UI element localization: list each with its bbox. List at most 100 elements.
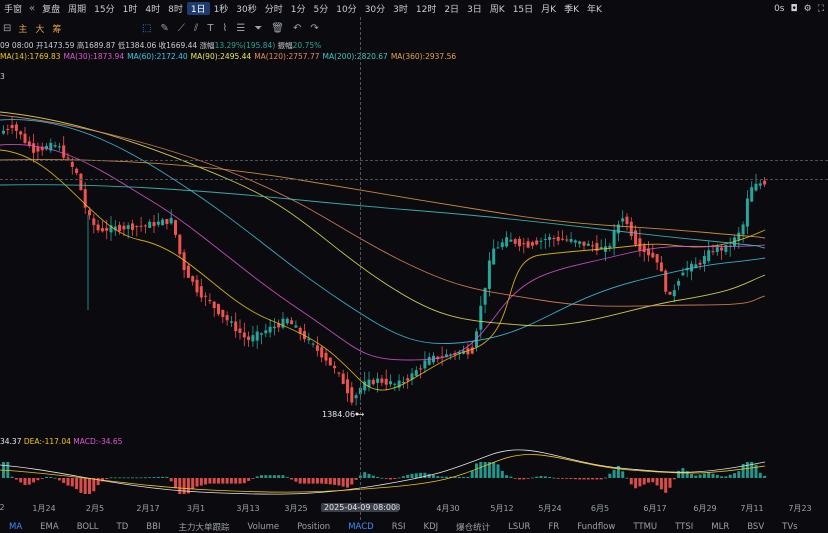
macd-bar xyxy=(565,478,569,479)
candle-body xyxy=(161,219,165,226)
indicator-tab-7[interactable]: Position xyxy=(288,522,339,532)
candle-body xyxy=(354,395,358,399)
macd-bar xyxy=(763,475,767,478)
macd-bar xyxy=(436,476,440,478)
x-tick-label: 4月30 xyxy=(436,504,460,513)
candle-body xyxy=(754,183,758,191)
macd-bar xyxy=(204,478,208,485)
macd-bar xyxy=(23,478,27,485)
candle-body xyxy=(14,124,18,131)
macd-bar xyxy=(530,477,534,479)
macd-bar xyxy=(354,478,358,480)
macd-bar xyxy=(92,478,96,492)
indicator-tab-1[interactable]: EMA xyxy=(31,522,68,532)
macd-bar xyxy=(281,475,285,478)
macd-bar xyxy=(264,475,268,478)
candle-body xyxy=(66,157,70,159)
candle-body xyxy=(500,242,504,248)
candle-body xyxy=(414,370,418,376)
macd-bar xyxy=(148,477,152,479)
x-tick-label: 2 xyxy=(0,503,5,512)
candle-body xyxy=(268,326,272,333)
x-tick-label: 7月11 xyxy=(740,504,764,513)
candle-body xyxy=(36,147,40,152)
indicator-tab-18[interactable]: BSV xyxy=(738,522,773,532)
macd-bar xyxy=(363,472,367,478)
macd-bar xyxy=(690,474,693,478)
macd-bar xyxy=(505,475,509,478)
macd-bar xyxy=(556,478,560,479)
macd-bar xyxy=(229,478,233,484)
macd-bar xyxy=(118,477,122,479)
indicator-tab-15[interactable]: TTMU xyxy=(624,522,666,532)
indicator-tab-19[interactable]: TVs xyxy=(773,522,806,532)
macd-bar xyxy=(539,476,543,478)
indicator-tab-2[interactable]: BOLL xyxy=(68,522,108,532)
candle-body xyxy=(290,320,294,325)
macd-bar xyxy=(32,478,36,483)
price-chart[interactable] xyxy=(0,0,828,533)
candle-body xyxy=(763,180,767,185)
candle-body xyxy=(62,145,66,158)
candle-body xyxy=(419,368,423,370)
macd-bar xyxy=(733,473,736,478)
indicator-tab-10[interactable]: KDJ xyxy=(415,522,448,532)
indicator-tab-13[interactable]: FR xyxy=(539,522,568,532)
candle-body xyxy=(92,218,96,225)
macd-bar xyxy=(376,476,380,478)
macd-bar xyxy=(509,476,513,478)
indicator-tab-0[interactable]: MA xyxy=(0,522,31,532)
candle-body xyxy=(2,130,5,134)
macd-bar xyxy=(582,478,586,480)
candle-body xyxy=(552,237,556,239)
macd-bar xyxy=(135,477,139,479)
macd-bar xyxy=(496,464,500,478)
dif-value: 34.37 xyxy=(0,437,22,446)
macd-bar xyxy=(70,478,74,487)
indicator-tab-11[interactable]: 爆仓统计 xyxy=(447,521,499,533)
macd-bar xyxy=(475,463,478,478)
indicator-tab-9[interactable]: RSI xyxy=(383,522,415,532)
indicator-tab-17[interactable]: MLR xyxy=(702,522,738,532)
candle-body xyxy=(750,187,754,202)
indicator-tab-4[interactable]: BBI xyxy=(137,522,169,532)
indicator-tab-14[interactable]: Fundflow xyxy=(568,522,624,532)
candle-body xyxy=(741,224,745,235)
x-tick-label: 1月24 xyxy=(32,504,56,513)
macd-bar xyxy=(14,478,18,480)
candle-body xyxy=(677,280,681,286)
indicator-tab-16[interactable]: TTSI xyxy=(666,522,702,532)
candle-body xyxy=(634,230,638,245)
indicator-tab-5[interactable]: 主力大单跟踪 xyxy=(169,521,238,533)
macd-bar xyxy=(724,476,728,478)
macd-bar xyxy=(664,478,668,493)
candle-body xyxy=(745,198,749,227)
indicator-tab-12[interactable]: LSUR xyxy=(499,522,539,532)
candle-body xyxy=(195,279,199,293)
macd-bar xyxy=(161,476,165,478)
candle-body xyxy=(234,321,238,332)
candle-body xyxy=(591,245,595,247)
candle-body xyxy=(621,218,625,222)
macd-bar xyxy=(53,477,57,479)
indicator-tabs: MA EMA BOLL TD BBI 主力大单跟踪 Volume Position MACD RS… xyxy=(0,520,828,533)
candle-body xyxy=(371,379,375,385)
x-tick-label: 6月5 xyxy=(590,504,610,513)
candle-body xyxy=(668,291,672,295)
candle-body xyxy=(169,217,173,224)
macd-bar xyxy=(492,462,496,478)
candle-body xyxy=(6,129,10,131)
macd-bar xyxy=(19,478,23,483)
candle-body xyxy=(100,228,104,232)
macd-bar xyxy=(178,478,182,494)
macd-bar xyxy=(668,478,672,488)
candle-body xyxy=(307,338,311,341)
indicator-tab-6[interactable]: Volume xyxy=(238,522,288,532)
candle-body xyxy=(57,146,61,148)
candle-body xyxy=(681,272,685,276)
indicator-tab-8[interactable]: MACD xyxy=(339,522,382,532)
indicator-tab-3[interactable]: TD xyxy=(108,522,138,532)
macd-bar xyxy=(483,462,487,478)
macd-bar xyxy=(535,476,539,478)
macd-bar xyxy=(586,478,590,480)
